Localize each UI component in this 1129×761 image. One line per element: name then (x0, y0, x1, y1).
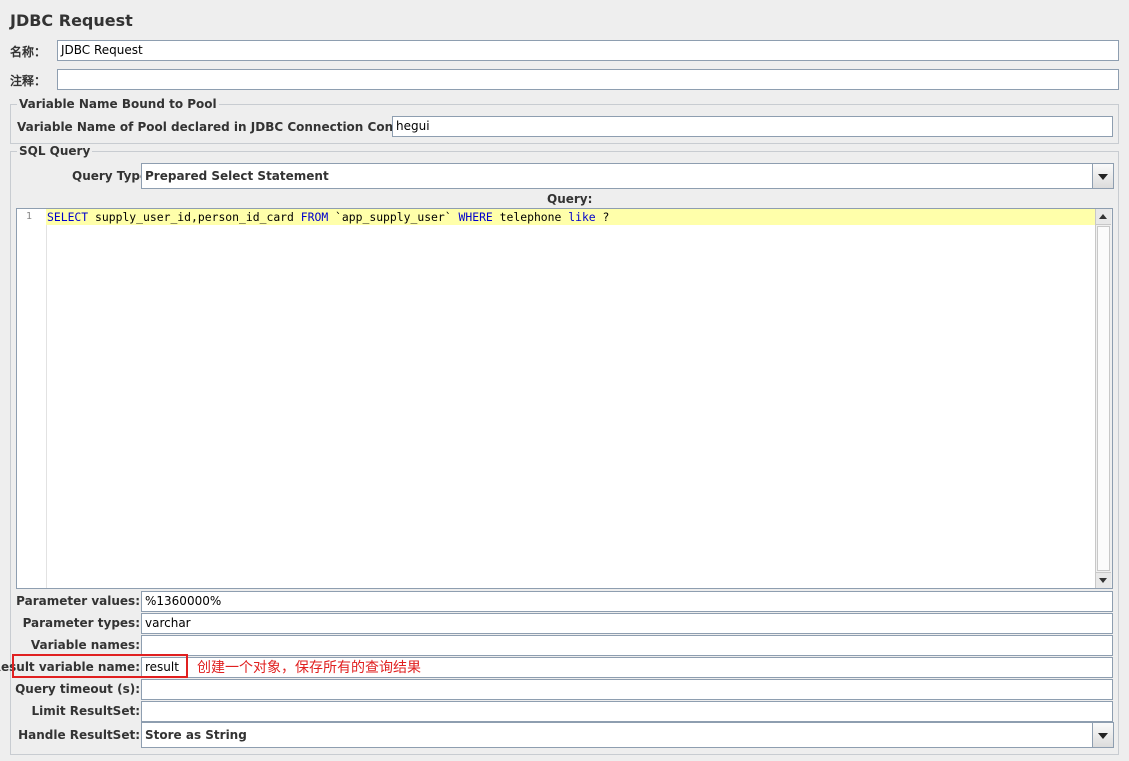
sql-text: supply_user_id,person_id_card (88, 210, 301, 224)
page-title: JDBC Request (10, 11, 133, 30)
chevron-down-icon[interactable] (1092, 723, 1113, 747)
variable-names-input[interactable] (141, 635, 1113, 656)
parameter-values-label: Parameter values: (16, 594, 140, 608)
query-timeout-input[interactable] (141, 679, 1113, 700)
sql-code-line: SELECT supply_user_id,person_id_card FRO… (47, 209, 609, 225)
query-type-select[interactable]: Prepared Select Statement (141, 163, 1114, 189)
sql-text: ? (595, 210, 610, 224)
sql-keyword: WHERE (458, 210, 493, 224)
sql-keyword: SELECT (47, 210, 89, 224)
limit-resultset-input[interactable] (141, 701, 1113, 722)
query-label: Query: (547, 192, 593, 206)
name-input[interactable]: JDBC Request (57, 40, 1119, 61)
parameter-types-label: Parameter types: (22, 616, 140, 630)
pool-name-input[interactable]: hegui (392, 116, 1113, 137)
comment-label: 注释： (10, 74, 47, 88)
editor-scrollbar[interactable] (1095, 209, 1112, 588)
line-gutter: 1 (17, 209, 47, 588)
variable-names-label: Variable names: (30, 638, 140, 652)
sql-text: telephone (492, 210, 569, 224)
handle-resultset-value: Store as String (145, 728, 247, 742)
comment-input[interactable] (57, 69, 1119, 90)
scroll-up-icon[interactable] (1096, 209, 1111, 225)
scroll-thumb[interactable] (1097, 226, 1110, 571)
name-label: 名称： (10, 45, 47, 59)
handle-resultset-label: Handle ResultSet: (18, 728, 140, 742)
scroll-down-icon[interactable] (1096, 572, 1111, 588)
pool-group-title: Variable Name Bound to Pool (17, 97, 219, 111)
sql-query-group-title: SQL Query (17, 144, 93, 158)
annotation-highlight-box (12, 654, 188, 678)
query-timeout-label: Query timeout (s): (15, 682, 140, 696)
sql-keyword: FROM (300, 210, 329, 224)
query-type-value: Prepared Select Statement (145, 169, 329, 183)
sql-keyword: like (568, 210, 596, 224)
annotation-note: 创建一个对象，保存所有的查询结果 (197, 660, 421, 676)
line-number: 1 (26, 211, 33, 222)
parameter-values-input[interactable]: %1360000% (141, 591, 1113, 612)
parameter-types-input[interactable]: varchar (141, 613, 1113, 634)
chevron-down-icon[interactable] (1092, 164, 1113, 188)
sql-editor[interactable]: 1 SELECT supply_user_id,person_id_card F… (16, 208, 1113, 589)
handle-resultset-select[interactable]: Store as String (141, 722, 1114, 748)
limit-resultset-label: Limit ResultSet: (31, 704, 140, 718)
sql-text: `app_supply_user` (328, 210, 459, 224)
